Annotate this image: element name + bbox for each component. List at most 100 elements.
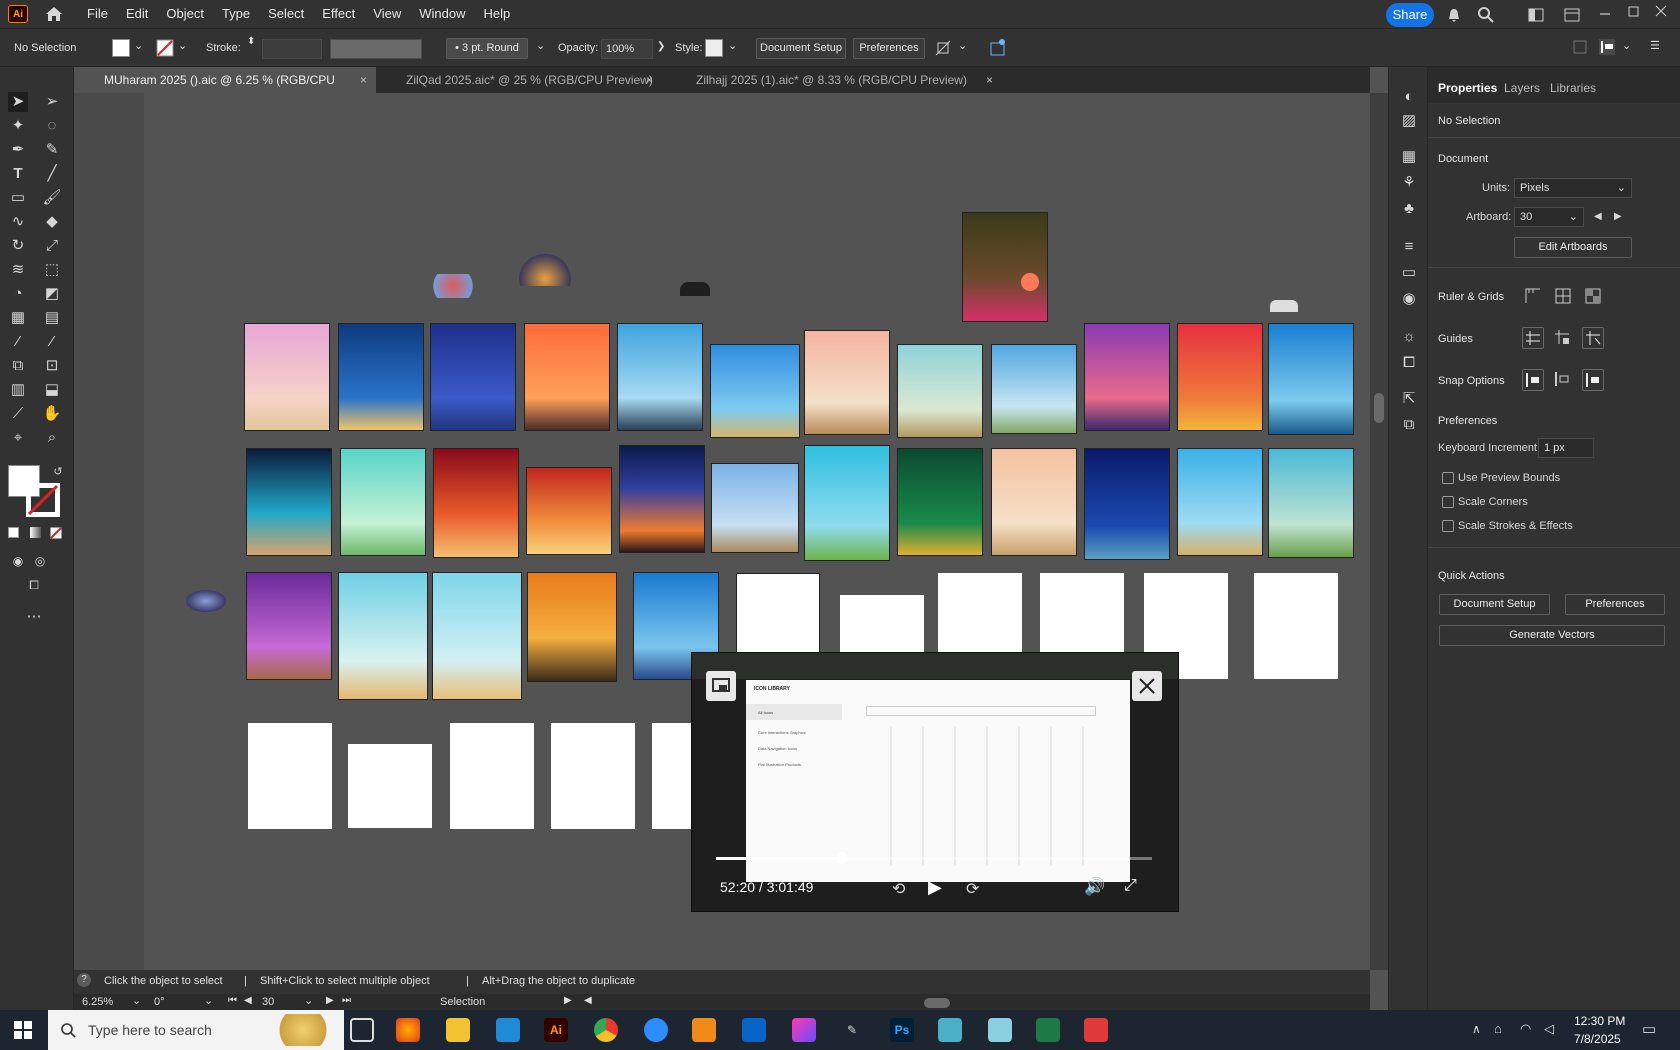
menu-object[interactable]: Object xyxy=(157,0,213,28)
scroll-thumb[interactable] xyxy=(1374,393,1384,423)
artboard-post[interactable] xyxy=(526,467,612,555)
export-icon[interactable]: ⇱ xyxy=(1399,389,1419,409)
empty-artboard[interactable] xyxy=(248,723,332,829)
recolor-icon[interactable] xyxy=(988,37,1008,57)
artboard-post[interactable] xyxy=(897,448,983,556)
zoom-app-icon[interactable] xyxy=(644,1018,668,1042)
artboard-post[interactable] xyxy=(1084,323,1170,431)
stroke-stepper[interactable]: ⬍ xyxy=(247,36,255,47)
draw-normal-icon[interactable]: ◉ xyxy=(8,551,28,571)
artboard-post[interactable] xyxy=(1268,448,1354,558)
stroke-weight-field[interactable] xyxy=(262,39,322,59)
chevron-down-icon[interactable]: ⌄ xyxy=(1622,39,1631,52)
video-player[interactable]: ICON LIBRARY All Icons Core Interactions… xyxy=(691,652,1179,912)
align-icon[interactable] xyxy=(1573,40,1587,54)
chevron-down-icon[interactable]: ⌄ xyxy=(536,39,545,52)
color-guide-icon[interactable]: ◐ xyxy=(1399,87,1419,107)
rotate-view-icon[interactable]: ⌖ xyxy=(8,428,28,448)
chevron-down-icon[interactable]: ⌄ xyxy=(304,994,313,1007)
close-window-icon[interactable] xyxy=(1654,4,1668,18)
empty-artboard[interactable] xyxy=(348,744,432,828)
app-icon[interactable] xyxy=(1084,1018,1108,1042)
none-mode-icon[interactable] xyxy=(50,527,62,539)
clock-time[interactable]: 12:30 PM xyxy=(1574,1014,1625,1028)
menu-edit[interactable]: Edit xyxy=(117,0,157,28)
perspective-grid-icon[interactable]: ◩ xyxy=(42,284,62,304)
artboard-post[interactable] xyxy=(244,323,330,431)
next-artboard-icon[interactable]: ▶ xyxy=(326,995,334,1006)
color-mode-icon[interactable] xyxy=(8,527,19,538)
artboard-post[interactable] xyxy=(430,323,516,431)
illustrator-taskbar-icon[interactable]: Ai xyxy=(544,1018,568,1042)
bell-icon[interactable] xyxy=(1446,7,1462,23)
artboard-post[interactable] xyxy=(1177,323,1263,431)
tab-properties[interactable]: Properties xyxy=(1438,81,1497,95)
snap-to-point-icon[interactable] xyxy=(1522,369,1544,391)
measure-icon[interactable]: ⁄ xyxy=(42,332,62,352)
panel-layout-icon[interactable] xyxy=(1598,38,1616,56)
warp-tool-icon[interactable]: ≋ xyxy=(8,260,28,280)
show-hidden-icons[interactable]: ∧ xyxy=(1472,1022,1481,1036)
style-swatch[interactable] xyxy=(705,39,723,57)
menu-window[interactable]: Window xyxy=(410,0,474,28)
blend-tool-icon[interactable]: ⧉ xyxy=(8,356,28,376)
notifications-icon[interactable]: ▭ xyxy=(1642,1020,1656,1038)
volume-icon[interactable]: 🔊 xyxy=(1084,877,1105,897)
zoom-field[interactable]: 6.25% xyxy=(82,996,113,1008)
pen-tool-icon[interactable]: ✒ xyxy=(8,140,28,160)
horizontal-scroll-thumb[interactable] xyxy=(924,998,950,1008)
artboard-number-field[interactable]: 30 xyxy=(262,996,274,1008)
clock-date[interactable]: 7/8/2025 xyxy=(1574,1032,1621,1046)
file-explorer-icon[interactable] xyxy=(446,1018,470,1042)
tab-libraries[interactable]: Libraries xyxy=(1550,81,1596,95)
clipart-group[interactable] xyxy=(428,274,478,298)
symbol-sprayer-icon[interactable]: ⊡ xyxy=(42,356,62,376)
chevron-down-icon[interactable]: ⌄ xyxy=(204,994,213,1007)
creative-cloud-icon[interactable] xyxy=(792,1018,816,1042)
chevron-down-icon[interactable]: ⌄ xyxy=(728,39,737,52)
next-artboard-icon[interactable]: ▶ xyxy=(1614,211,1622,222)
mesh-tool-icon[interactable]: ▦ xyxy=(8,308,28,328)
screen-mode-icon[interactable]: ⧠ xyxy=(24,575,44,595)
brush-definition[interactable]: • 3 pt. Round xyxy=(446,38,528,59)
artboard-post[interactable] xyxy=(524,323,610,431)
graphic-styles-icon[interactable]: ⧠ xyxy=(1399,353,1419,373)
paintbrush-icon[interactable]: 🖌 xyxy=(42,188,62,208)
preferences-button[interactable]: Preferences xyxy=(1565,594,1665,615)
clipart-silhouette[interactable] xyxy=(1270,300,1298,312)
artboard-post[interactable] xyxy=(617,323,703,431)
curvature-tool-icon[interactable]: ✎ xyxy=(42,140,62,160)
edit-artboards-button[interactable]: Edit Artboards xyxy=(1514,237,1632,258)
stroke-swatch[interactable] xyxy=(156,39,174,57)
first-artboard-icon[interactable]: ⏮ xyxy=(228,995,237,1006)
symbols-icon[interactable]: ♣ xyxy=(1399,199,1419,219)
clipart-group[interactable] xyxy=(515,250,575,286)
empty-artboard[interactable] xyxy=(450,723,534,829)
swap-colors-icon[interactable]: ↺ xyxy=(48,462,68,482)
speaker-icon[interactable]: ◁ xyxy=(1544,1021,1554,1037)
app-icon[interactable] xyxy=(938,1018,962,1042)
home-icon[interactable] xyxy=(44,5,64,23)
wifi-icon[interactable]: ◠ xyxy=(1520,1021,1531,1037)
search-icon[interactable] xyxy=(1477,6,1495,24)
workspace-icon[interactable] xyxy=(1528,8,1544,22)
artboard-field[interactable]: 30 ⌄ xyxy=(1514,207,1584,227)
free-transform-icon[interactable]: ⬚ xyxy=(42,260,62,280)
artboard-post[interactable] xyxy=(527,572,617,682)
artboard-post[interactable] xyxy=(991,344,1077,434)
eraser-icon[interactable]: ◆ xyxy=(42,212,62,232)
chevron-down-icon[interactable]: ⌄ xyxy=(958,39,967,52)
firefox-icon[interactable] xyxy=(396,1018,420,1042)
menu-select[interactable]: Select xyxy=(259,0,313,28)
tab-zilqad[interactable]: ZilQad 2025.aic* @ 25 % (RGB/CPU Preview… xyxy=(376,67,666,93)
variable-width-profile[interactable] xyxy=(330,39,422,59)
snap-to-pixel-icon[interactable] xyxy=(1552,369,1574,391)
last-artboard-icon[interactable]: ⏭ xyxy=(342,995,351,1006)
transform-icon[interactable] xyxy=(934,39,954,57)
menu-view[interactable]: View xyxy=(364,0,410,28)
chevron-down-icon[interactable]: ⌄ xyxy=(134,39,143,52)
image-trace-icon[interactable]: ▨ xyxy=(1399,111,1419,131)
pen-app-icon[interactable]: ✎ xyxy=(840,1018,864,1042)
stroke-panel-icon[interactable]: ≡ xyxy=(1399,237,1419,257)
scroll-left-icon[interactable]: ◀ xyxy=(584,995,592,1006)
